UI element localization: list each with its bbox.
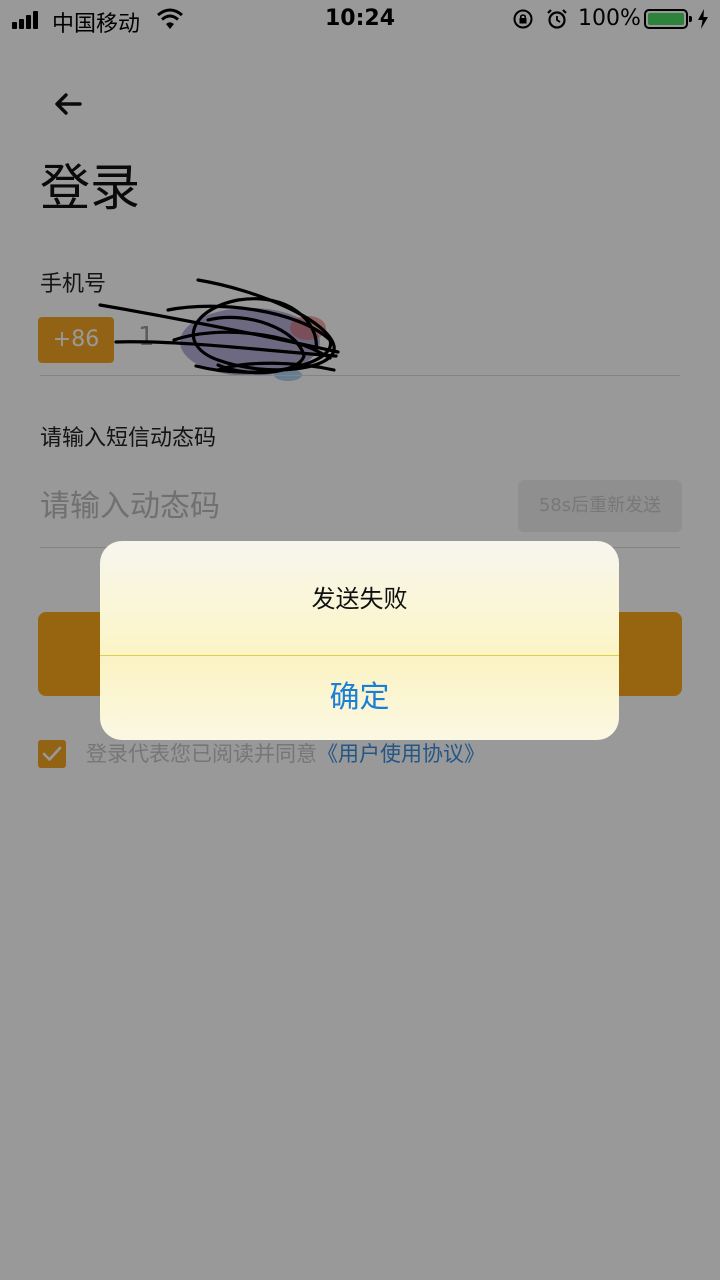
alert-message: 发送失败 (311, 585, 408, 613)
alert-confirm-button[interactable]: 确定 (100, 656, 619, 740)
alert-dialog: 发送失败 确定 (100, 541, 619, 740)
